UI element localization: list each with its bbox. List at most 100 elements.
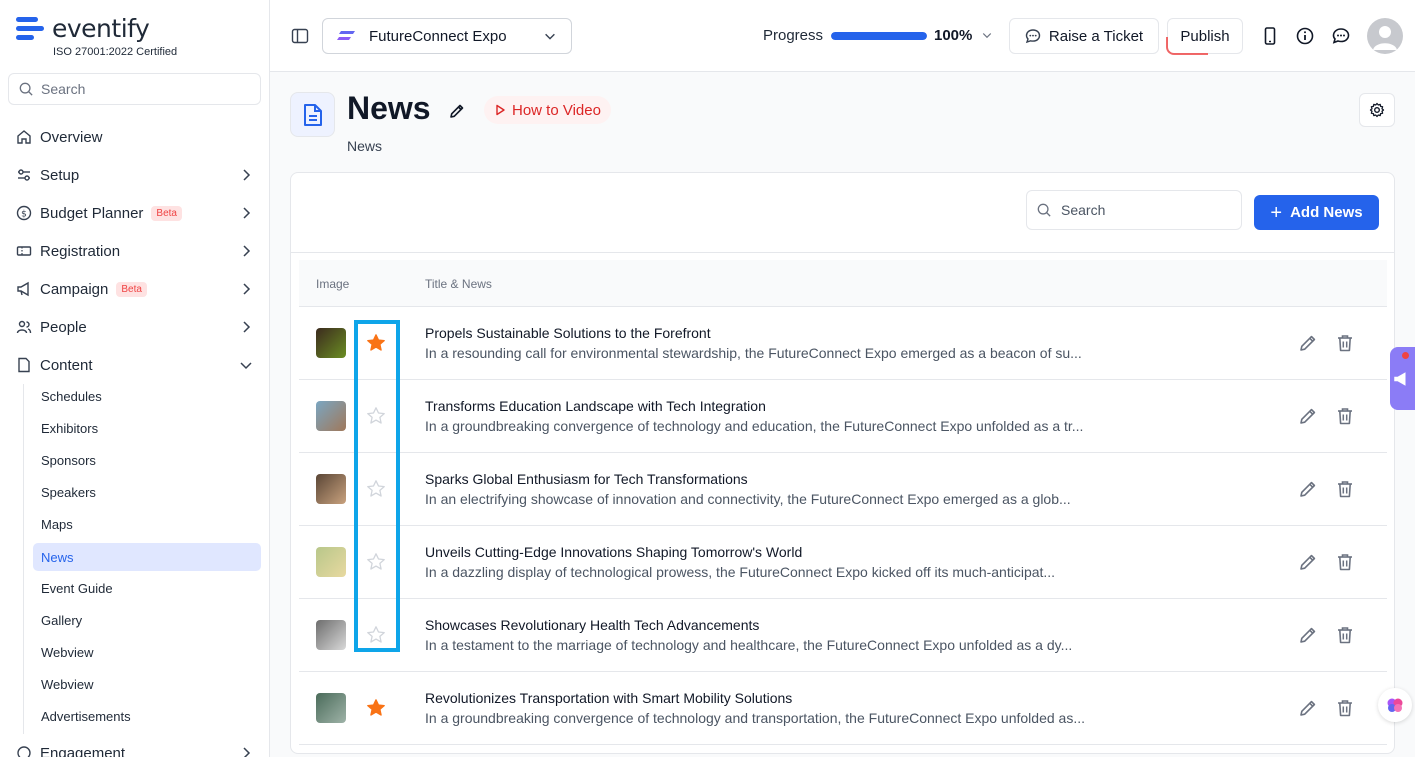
news-description: In a testament to the marriage of techno…	[425, 637, 1073, 653]
edit-icon[interactable]	[1298, 479, 1318, 499]
sidebar-item-label: Engagement	[40, 744, 126, 757]
news-title[interactable]: Revolutionizes Transportation with Smart…	[425, 690, 792, 706]
news-title[interactable]: Unveils Cutting-Edge Innovations Shaping…	[425, 544, 802, 560]
trash-icon[interactable]	[1335, 479, 1355, 499]
sidebar-item-engagement[interactable]: Engagement	[16, 738, 254, 757]
settings-button[interactable]	[1359, 93, 1395, 127]
edit-icon[interactable]	[1298, 625, 1318, 645]
user-icon	[1373, 26, 1397, 50]
avatar[interactable]	[1367, 18, 1403, 54]
play-icon	[496, 104, 505, 116]
chevron-right-icon	[243, 245, 251, 257]
table-header: Image Title & News	[299, 260, 1387, 307]
news-title[interactable]: Transforms Education Landscape with Tech…	[425, 398, 766, 414]
brand-logo[interactable]: eventify	[16, 14, 150, 43]
chevron-right-icon	[243, 207, 251, 219]
eventify-logo-icon	[16, 15, 44, 43]
sidebar-subitem-exhibitors[interactable]: Exhibitors	[33, 414, 261, 442]
search-icon	[1037, 203, 1051, 217]
info-icon[interactable]	[1295, 26, 1315, 46]
chevron-right-icon	[243, 169, 251, 181]
chevron-down-icon[interactable]	[981, 29, 993, 41]
edit-icon[interactable]	[1298, 333, 1318, 353]
chevron-right-icon	[243, 283, 251, 295]
raise-ticket-button[interactable]: Raise a Ticket	[1009, 18, 1159, 54]
edit-icon[interactable]	[1298, 406, 1318, 426]
how-to-video-button[interactable]: How to Video	[484, 96, 611, 124]
add-news-button[interactable]: + Add News	[1254, 195, 1379, 230]
sidebar-subitem-advertisements[interactable]: Advertisements	[33, 702, 261, 730]
sidebar-search[interactable]	[8, 73, 261, 105]
sidebar-subitem-gallery[interactable]: Gallery	[33, 606, 261, 634]
users-icon	[16, 319, 32, 335]
sidebar-search-input[interactable]	[41, 81, 241, 97]
main-content: News How to Video News + Add News Image …	[270, 72, 1415, 757]
star-filled-icon[interactable]	[365, 697, 387, 719]
news-description: In an electrifying showcase of innovatio…	[425, 491, 1071, 507]
progress-value: 100%	[934, 27, 973, 44]
trash-icon[interactable]	[1335, 333, 1355, 353]
sidebar-item-registration[interactable]: Registration	[16, 236, 254, 266]
chevron-down-icon	[240, 362, 252, 370]
news-description: In a dazzling display of technological p…	[425, 564, 1056, 580]
sidebar-subitem-event-guide[interactable]: Event Guide	[33, 574, 261, 602]
plus-icon: +	[1270, 201, 1283, 224]
brand-name: eventify	[52, 14, 150, 43]
trash-icon[interactable]	[1335, 406, 1355, 426]
news-title[interactable]: Propels Sustainable Solutions to the For…	[425, 325, 711, 341]
star-outline-icon[interactable]	[365, 624, 387, 646]
news-title[interactable]: Showcases Revolutionary Health Tech Adva…	[425, 617, 759, 633]
page-subtitle: News	[347, 138, 383, 154]
edit-icon[interactable]	[1298, 552, 1318, 572]
star-outline-icon[interactable]	[365, 405, 387, 427]
sidebar-toggle-icon[interactable]	[291, 27, 309, 45]
star-outline-icon[interactable]	[365, 551, 387, 573]
news-description: In a groundbreaking convergence of techn…	[425, 710, 1085, 726]
sidebar-item-setup[interactable]: Setup	[16, 160, 254, 190]
news-thumbnail	[316, 401, 346, 431]
sidebar-subitem-schedules[interactable]: Schedules	[33, 382, 261, 410]
sidebar-subitem-webview[interactable]: Webview	[33, 638, 261, 666]
raise-ticket-label: Raise a Ticket	[1048, 27, 1144, 45]
event-logo-icon	[337, 31, 355, 40]
news-title[interactable]: Sparks Global Enthusiasm for Tech Transf…	[425, 471, 748, 487]
sidebar-item-budget-planner[interactable]: $ Budget Planner Beta	[16, 198, 254, 228]
edit-icon[interactable]	[1298, 698, 1318, 718]
sidebar-subitem-maps[interactable]: Maps	[33, 510, 261, 538]
news-search[interactable]	[1026, 190, 1242, 230]
star-outline-icon[interactable]	[365, 478, 387, 500]
sidebar-subitem-webview-2[interactable]: Webview	[33, 670, 261, 698]
sidebar-item-overview[interactable]: Overview	[16, 122, 254, 152]
news-document-icon	[303, 103, 322, 126]
submenu-line	[23, 384, 24, 734]
sidebar-item-campaign[interactable]: Campaign Beta	[16, 274, 254, 304]
mobile-preview-icon[interactable]	[1260, 26, 1280, 46]
table-row: Transforms Education Landscape with Tech…	[299, 380, 1387, 453]
table-row: Propels Sustainable Solutions to the For…	[299, 307, 1387, 380]
publish-button[interactable]: Publish	[1166, 18, 1243, 55]
chat-icon[interactable]	[1331, 26, 1351, 46]
trash-icon[interactable]	[1335, 552, 1355, 572]
star-filled-icon[interactable]	[365, 332, 387, 354]
home-icon	[16, 129, 32, 145]
event-selector[interactable]: FutureConnect Expo	[322, 18, 572, 54]
page-icon	[290, 92, 335, 137]
sidebar-item-people[interactable]: People	[16, 312, 254, 342]
news-thumbnail	[316, 620, 346, 650]
column-header-image: Image	[316, 277, 350, 291]
news-thumbnail	[316, 547, 346, 577]
sidebar-subitem-news[interactable]: News	[33, 543, 261, 571]
svg-text:$: $	[21, 210, 27, 220]
sidebar-item-content[interactable]: Content	[16, 350, 254, 380]
news-thumbnail	[316, 693, 346, 723]
sidebar-subitem-sponsors[interactable]: Sponsors	[33, 446, 261, 474]
ai-assistant-button[interactable]	[1378, 688, 1412, 722]
news-search-input[interactable]	[1061, 202, 1231, 218]
edit-title-icon[interactable]	[448, 102, 466, 120]
progress-bar-fill	[831, 32, 927, 40]
trash-icon[interactable]	[1335, 625, 1355, 645]
sidebar-subitem-speakers[interactable]: Speakers	[33, 478, 261, 506]
dollar-icon: $	[16, 205, 32, 221]
column-header-title: Title & News	[425, 277, 492, 291]
trash-icon[interactable]	[1335, 698, 1355, 718]
